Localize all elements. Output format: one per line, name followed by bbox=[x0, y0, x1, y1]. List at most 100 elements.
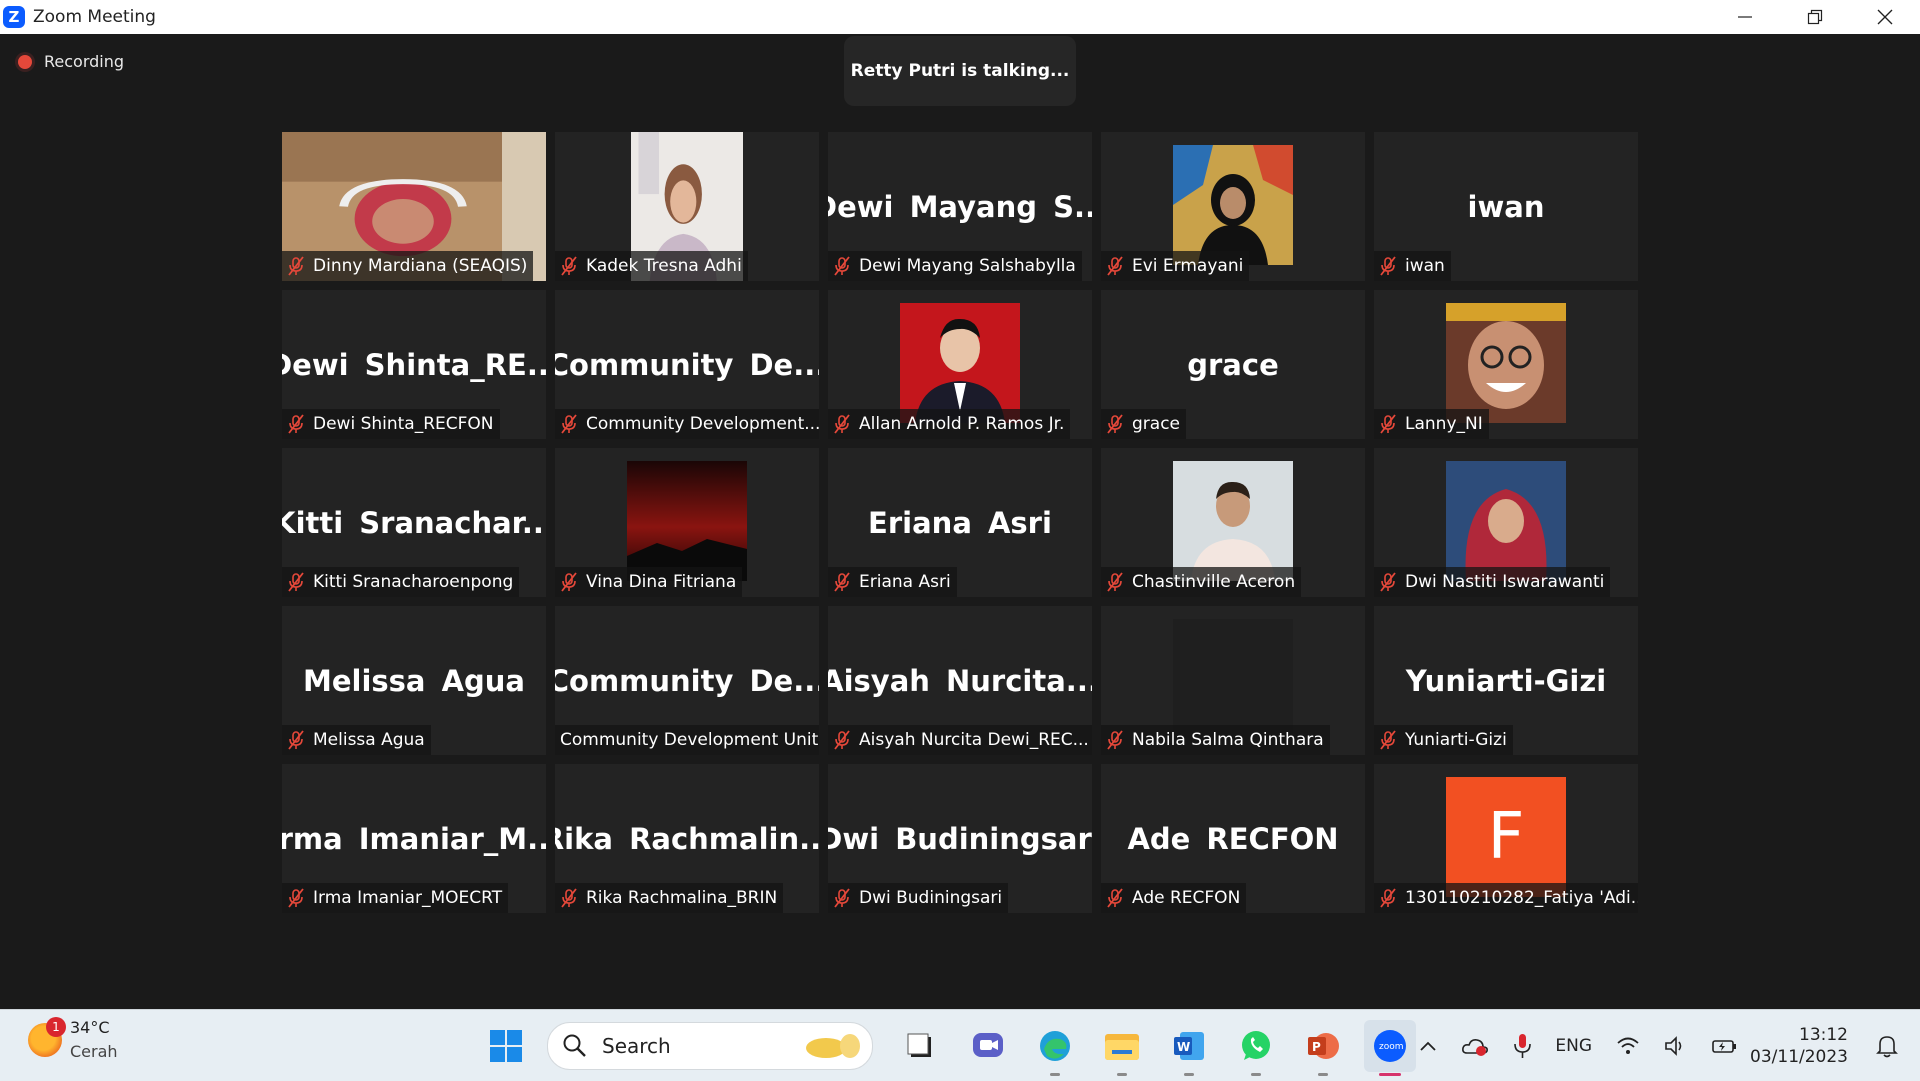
edge-button[interactable] bbox=[1029, 1020, 1081, 1076]
participant-tile[interactable]: Evi Ermayani bbox=[1101, 132, 1365, 281]
close-button[interactable] bbox=[1850, 0, 1920, 34]
network-button[interactable] bbox=[1616, 1036, 1640, 1056]
participant-name: Dewi Shinta_RECFON bbox=[313, 414, 494, 434]
participant-name-label: Aisyah Nurcita Dewi_REC... bbox=[828, 725, 1092, 755]
weather-sun-icon: 1 bbox=[28, 1017, 66, 1057]
participant-name-label: Dewi Shinta_RECFON bbox=[282, 409, 500, 439]
clock[interactable]: 13:12 03/11/2023 bbox=[1750, 1024, 1848, 1068]
svg-text:zoom: zoom bbox=[1379, 1042, 1404, 1052]
meet-button[interactable] bbox=[962, 1020, 1014, 1072]
weather-temp: 34°C bbox=[70, 1018, 110, 1037]
muted-mic-icon bbox=[1107, 256, 1123, 276]
participant-name: 130110210282_Fatiya 'Adi... bbox=[1405, 888, 1638, 908]
participant-name-label: Kadek Tresna Adhi bbox=[555, 251, 748, 281]
microphone-tray-button[interactable] bbox=[1513, 1033, 1532, 1059]
muted-mic-icon bbox=[1107, 888, 1123, 908]
muted-mic-icon bbox=[834, 888, 850, 908]
recording-indicator[interactable]: Recording bbox=[18, 52, 124, 71]
onedrive-tray-button[interactable] bbox=[1461, 1035, 1489, 1057]
taskbar-search[interactable]: Search bbox=[547, 1022, 873, 1070]
windows-start-button[interactable] bbox=[480, 1020, 532, 1072]
participant-name: grace bbox=[1132, 414, 1181, 434]
participant-tile[interactable]: Yuniarti-Gizi Yuniarti-Gizi bbox=[1374, 606, 1638, 755]
participant-video-icon bbox=[1446, 461, 1566, 581]
participant-tile[interactable]: Dwi Budiningsari Dwi Budiningsari bbox=[828, 764, 1092, 913]
participant-tile[interactable]: grace grace bbox=[1101, 290, 1365, 439]
participant-tile[interactable]: Chastinville Aceron bbox=[1101, 448, 1365, 597]
participant-tile[interactable]: Dwi Nastiti Iswarawanti bbox=[1374, 448, 1638, 597]
participant-name-label: Ade RECFON bbox=[1101, 883, 1247, 913]
muted-mic-icon bbox=[834, 572, 850, 592]
participant-name: Eriana Asri bbox=[859, 572, 951, 592]
wifi-icon bbox=[1617, 1037, 1639, 1054]
participant-tile[interactable]: F 130110210282_Fatiya 'Adi... bbox=[1374, 764, 1638, 913]
muted-mic-icon bbox=[1380, 414, 1396, 434]
participant-tile[interactable]: Community De... Community Development Uni… bbox=[555, 606, 819, 755]
participant-tile[interactable]: iwan iwan bbox=[1374, 132, 1638, 281]
file-explorer-icon bbox=[1105, 1034, 1139, 1060]
task-view-button[interactable] bbox=[895, 1020, 947, 1072]
participant-video-icon bbox=[900, 303, 1020, 423]
search-icon bbox=[563, 1034, 586, 1057]
participant-tile[interactable]: Irma Imaniar_M... Irma Imaniar_MOECRT bbox=[282, 764, 546, 913]
speaker-icon bbox=[1665, 1035, 1682, 1056]
participant-name: Dinny Mardiana (SEAQIS) bbox=[313, 256, 528, 276]
participant-tile[interactable]: Dewi Shinta_RE... Dewi Shinta_RECFON bbox=[282, 290, 546, 439]
clock-time: 13:12 bbox=[1799, 1024, 1848, 1045]
participant-name-label: 130110210282_Fatiya 'Adi... bbox=[1374, 883, 1638, 913]
muted-mic-icon bbox=[1380, 256, 1396, 276]
participant-name: Allan Arnold P. Ramos Jr. bbox=[859, 414, 1065, 434]
participant-tile[interactable]: Kadek Tresna Adhi bbox=[555, 132, 819, 281]
active-indicator bbox=[1379, 1073, 1401, 1076]
language-indicator[interactable]: ENG bbox=[1555, 1036, 1592, 1056]
participant-video-icon bbox=[1173, 145, 1293, 265]
zoom-logo-icon: Z bbox=[3, 6, 25, 28]
participant-tile[interactable]: Rika Rachmalin... Rika Rachmalina_BRIN bbox=[555, 764, 819, 913]
participant-name: Community Development... bbox=[586, 414, 819, 434]
participant-name: Kadek Tresna Adhi bbox=[586, 256, 742, 276]
minimize-button[interactable] bbox=[1710, 0, 1780, 34]
participant-tile[interactable]: Dewi Mayang S...Dewi Mayang Salshabylla bbox=[828, 132, 1092, 281]
show-hidden-icons-button[interactable] bbox=[1419, 1039, 1437, 1053]
meeting-area: Recording Retty Putri is talking... Dinn… bbox=[0, 34, 1920, 1009]
cloud-icon bbox=[1462, 1038, 1489, 1056]
windows-start-icon bbox=[490, 1030, 522, 1062]
participant-name: Dewi Mayang Salshabylla bbox=[859, 256, 1076, 276]
participant-tile[interactable]: Kitti Sranachar... Kitti Sranacharoenpong bbox=[282, 448, 546, 597]
participant-name-label: grace bbox=[1101, 409, 1187, 439]
word-button[interactable]: W bbox=[1163, 1020, 1215, 1076]
participant-tile[interactable]: Lanny_NI bbox=[1374, 290, 1638, 439]
participant-tile[interactable]: Nabila Salma Qinthara bbox=[1101, 606, 1365, 755]
participant-tile[interactable]: Dinny Mardiana (SEAQIS) bbox=[282, 132, 546, 281]
participant-name: iwan bbox=[1405, 256, 1445, 276]
chevron-up-icon bbox=[1420, 1041, 1437, 1051]
battery-button[interactable] bbox=[1712, 1036, 1738, 1056]
participant-name-label: Lanny_NI bbox=[1374, 409, 1489, 439]
participant-name-label: Dwi Nastiti Iswarawanti bbox=[1374, 567, 1611, 597]
participant-tile[interactable]: Eriana Asri Eriana Asri bbox=[828, 448, 1092, 597]
window-controls bbox=[1710, 0, 1920, 34]
muted-mic-icon bbox=[288, 572, 304, 592]
restore-button[interactable] bbox=[1780, 0, 1850, 34]
participant-name-label: Evi Ermayani bbox=[1101, 251, 1250, 281]
participant-tile[interactable]: Community De... Community Development... bbox=[555, 290, 819, 439]
taskbar-apps: Search W P zoom bbox=[480, 1020, 1431, 1076]
muted-mic-icon bbox=[288, 256, 304, 276]
whatsapp-icon bbox=[1242, 1031, 1270, 1060]
participant-tile[interactable]: Aisyah Nurcita... Aisyah Nurcita Dewi_REC… bbox=[828, 606, 1092, 755]
volume-button[interactable] bbox=[1664, 1035, 1688, 1056]
whatsapp-button[interactable] bbox=[1230, 1020, 1282, 1076]
file-explorer-button[interactable] bbox=[1096, 1020, 1148, 1076]
window-title: Zoom Meeting bbox=[33, 7, 156, 27]
notifications-button[interactable] bbox=[1876, 1034, 1898, 1058]
powerpoint-button[interactable]: P bbox=[1297, 1020, 1349, 1076]
participant-tile[interactable]: Ade RECFON Ade RECFON bbox=[1101, 764, 1365, 913]
participant-tile[interactable]: Allan Arnold P. Ramos Jr. bbox=[828, 290, 1092, 439]
participant-tile[interactable]: Melissa Agua Melissa Agua bbox=[282, 606, 546, 755]
participant-name: Chastinville Aceron bbox=[1132, 572, 1296, 592]
muted-mic-icon bbox=[834, 730, 850, 750]
recording-icon bbox=[18, 54, 32, 69]
participant-tile[interactable]: Vina Dina Fitriana bbox=[555, 448, 819, 597]
weather-widget[interactable]: 1 34°C Cerah bbox=[28, 1016, 118, 1064]
participant-name: Nabila Salma Qinthara bbox=[1132, 730, 1324, 750]
